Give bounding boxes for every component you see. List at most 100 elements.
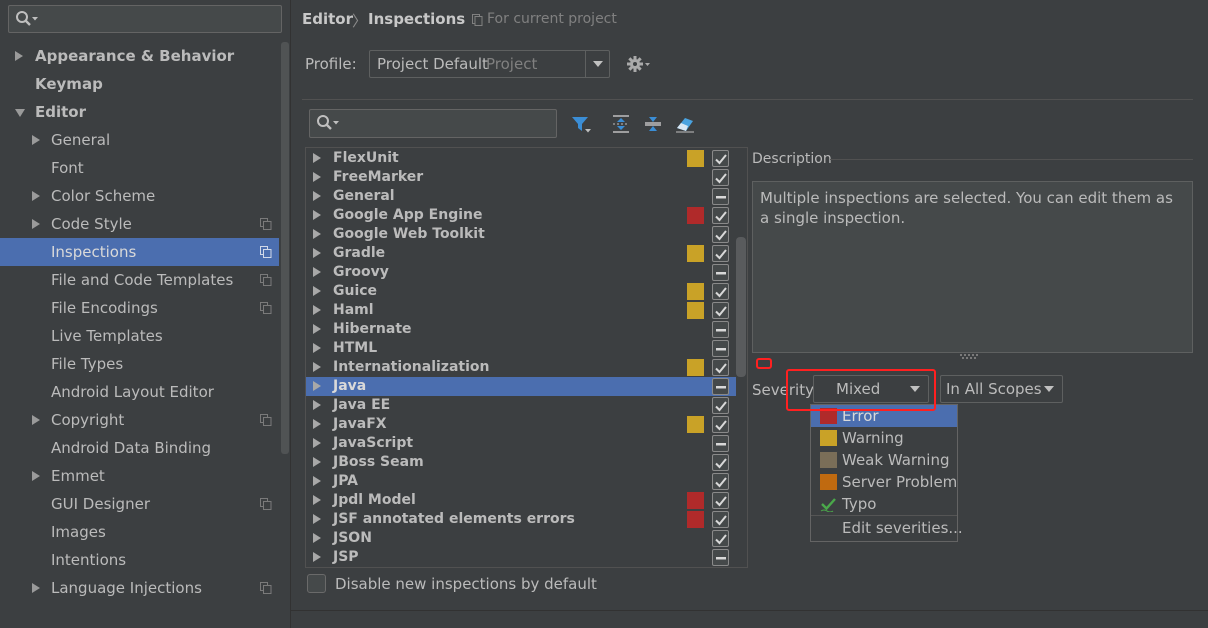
enabled-checkbox[interactable] (712, 245, 729, 262)
enabled-checkbox[interactable] (712, 359, 729, 376)
enabled-checkbox[interactable] (712, 530, 729, 547)
chevron-right-icon[interactable] (313, 457, 321, 467)
enabled-checkbox[interactable] (712, 492, 729, 509)
inspection-row[interactable]: JavaFX (306, 415, 736, 434)
sidebar-item-appearance-behavior[interactable]: Appearance & Behavior (0, 42, 279, 70)
sidebar-item-file-encodings[interactable]: File Encodings (0, 294, 279, 322)
severity-option-warning[interactable]: Warning (811, 427, 957, 449)
chevron-right-icon[interactable] (313, 381, 321, 391)
inspection-row[interactable]: Java (306, 377, 736, 396)
chevron-right-icon[interactable] (313, 286, 321, 296)
enabled-checkbox[interactable] (712, 511, 729, 528)
profile-dropdown-button[interactable] (585, 51, 609, 77)
enabled-checkbox[interactable] (712, 454, 729, 471)
inspection-row[interactable]: Jpdl Model (306, 491, 736, 510)
mixed-checkbox[interactable] (712, 264, 729, 281)
inspection-row[interactable]: FreeMarker (306, 168, 736, 187)
chevron-right-icon[interactable] (313, 172, 321, 182)
chevron-right-icon[interactable] (313, 324, 321, 334)
mixed-checkbox[interactable] (712, 378, 729, 395)
mixed-checkbox[interactable] (712, 435, 729, 452)
settings-search-input[interactable] (8, 5, 282, 33)
chevron-right-icon[interactable] (313, 514, 321, 524)
sidebar-item-color-scheme[interactable]: Color Scheme (0, 182, 279, 210)
sidebar-item-code-style[interactable]: Code Style (0, 210, 279, 238)
mixed-checkbox[interactable] (712, 549, 729, 566)
sidebar-scrollbar[interactable] (281, 42, 289, 454)
sidebar-item-file-types[interactable]: File Types (0, 350, 279, 378)
mixed-checkbox[interactable] (712, 321, 729, 338)
sidebar-item-general[interactable]: General (0, 126, 279, 154)
enabled-checkbox[interactable] (712, 283, 729, 300)
severity-option-typo[interactable]: Typo (811, 493, 957, 515)
inspection-row[interactable]: General (306, 187, 736, 206)
chevron-right-icon[interactable] (313, 229, 321, 239)
enabled-checkbox[interactable] (712, 302, 729, 319)
chevron-right-icon[interactable] (313, 191, 321, 201)
splitter-grip-icon[interactable] (959, 353, 981, 359)
inspection-row[interactable]: Hibernate (306, 320, 736, 339)
sidebar-item-font[interactable]: Font (0, 154, 279, 182)
chevron-down-icon[interactable] (15, 109, 25, 117)
inspection-row[interactable]: HTML (306, 339, 736, 358)
chevron-right-icon[interactable] (313, 362, 321, 372)
sidebar-item-copyright[interactable]: Copyright (0, 406, 279, 434)
inspection-row[interactable]: Google Web Toolkit (306, 225, 736, 244)
inspection-row[interactable]: Groovy (306, 263, 736, 282)
enabled-checkbox[interactable] (712, 150, 729, 167)
chevron-right-icon[interactable] (313, 210, 321, 220)
inspection-row[interactable]: JBoss Seam (306, 453, 736, 472)
sidebar-item-live-templates[interactable]: Live Templates (0, 322, 279, 350)
sidebar-item-language-injections[interactable]: Language Injections (0, 574, 279, 602)
chevron-right-icon[interactable] (313, 438, 321, 448)
chevron-right-icon[interactable] (32, 135, 40, 145)
enabled-checkbox[interactable] (712, 416, 729, 433)
profile-combo[interactable]: Project Default Project (369, 50, 610, 78)
mixed-checkbox[interactable] (712, 340, 729, 357)
enabled-checkbox[interactable] (712, 473, 729, 490)
chevron-right-icon[interactable] (32, 191, 40, 201)
enabled-checkbox[interactable] (712, 207, 729, 224)
inspection-row[interactable]: JSON (306, 529, 736, 548)
sidebar-item-gui-designer[interactable]: GUI Designer (0, 490, 279, 518)
inspection-row[interactable]: FlexUnit (306, 149, 736, 168)
chevron-right-icon[interactable] (313, 267, 321, 277)
inspection-row[interactable]: Internationalization (306, 358, 736, 377)
chevron-right-icon[interactable] (313, 153, 321, 163)
disable-new-inspections-checkbox[interactable] (307, 574, 326, 593)
inspection-row[interactable]: Guice (306, 282, 736, 301)
chevron-right-icon[interactable] (32, 219, 40, 229)
inspection-row[interactable]: Java EE (306, 396, 736, 415)
eraser-icon[interactable] (674, 113, 696, 135)
severity-option-edit-severities[interactable]: Edit severities... (811, 515, 963, 539)
inspections-search-input[interactable] (309, 109, 557, 138)
sidebar-item-editor[interactable]: Editor (0, 98, 279, 126)
inspection-row[interactable]: JPA (306, 472, 736, 491)
inspection-row[interactable]: JSP (306, 548, 736, 567)
inspection-row[interactable]: JavaScript (306, 434, 736, 453)
mixed-checkbox[interactable] (712, 188, 729, 205)
filter-icon[interactable] (570, 113, 592, 135)
chevron-right-icon[interactable] (313, 533, 321, 543)
chevron-right-icon[interactable] (32, 583, 40, 593)
sidebar-item-images[interactable]: Images (0, 518, 279, 546)
chevron-right-icon[interactable] (313, 305, 321, 315)
inspections-tree[interactable]: FlexUnit FreeMarker General Google App Engi… (305, 147, 748, 568)
gear-icon[interactable] (626, 54, 652, 74)
inspections-scrollbar[interactable] (736, 237, 746, 377)
sidebar-item-android-layout-editor[interactable]: Android Layout Editor (0, 378, 279, 406)
severity-option-server-problem[interactable]: Server Problem (811, 471, 957, 493)
chevron-right-icon[interactable] (313, 248, 321, 258)
inspection-row[interactable]: Google App Engine (306, 206, 736, 225)
enabled-checkbox[interactable] (712, 226, 729, 243)
sidebar-item-android-data-binding[interactable]: Android Data Binding (0, 434, 279, 462)
chevron-right-icon[interactable] (313, 400, 321, 410)
enabled-checkbox[interactable] (712, 397, 729, 414)
chevron-right-icon[interactable] (313, 552, 321, 562)
sidebar-item-file-and-code-templates[interactable]: File and Code Templates (0, 266, 279, 294)
inspection-row[interactable]: Haml (306, 301, 736, 320)
chevron-right-icon[interactable] (313, 419, 321, 429)
sidebar-item-intentions[interactable]: Intentions (0, 546, 279, 574)
sidebar-item-inspections[interactable]: Inspections (0, 238, 279, 266)
sidebar-item-emmet[interactable]: Emmet (0, 462, 279, 490)
